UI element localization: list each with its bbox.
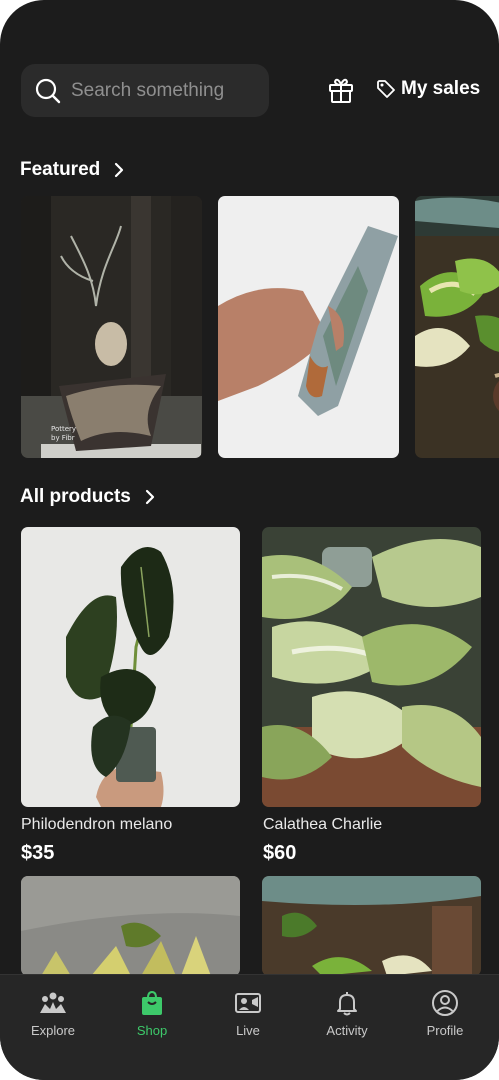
profile-icon <box>432 990 458 1016</box>
product-card-philodendron[interactable] <box>21 527 240 807</box>
tab-live[interactable]: Live <box>203 989 293 1038</box>
product-price: $35 <box>21 842 55 864</box>
product-price: $60 <box>263 842 297 864</box>
bottom-tab-bar: Explore Shop Live Activity Profile <box>0 974 499 1080</box>
tab-label: Live <box>236 1023 260 1038</box>
shopping-bag-icon <box>142 990 162 1015</box>
product-card-calathea[interactable] <box>262 527 481 807</box>
my-sales-label: My sales <box>401 78 481 99</box>
featured-title: Featured <box>20 159 101 180</box>
tab-profile[interactable]: Profile <box>400 989 490 1038</box>
tab-label: Explore <box>30 1023 76 1038</box>
variegated-plant-shelf-photo <box>262 876 481 976</box>
gift-icon[interactable] <box>327 76 355 104</box>
chevron-right-icon <box>115 162 124 178</box>
crystal-in-hand-photo <box>218 196 399 458</box>
calathea-charlie-photo <box>262 527 481 807</box>
tab-shop[interactable]: Shop <box>107 989 197 1038</box>
yellow-variegated-plant-photo <box>21 876 240 976</box>
caudiciform-plant-photo: Pottery by Fibr <box>21 196 202 458</box>
search-placeholder: Search something <box>71 79 225 101</box>
all-products-section-link[interactable]: All products <box>20 486 157 508</box>
tab-explore[interactable]: Explore <box>8 989 98 1038</box>
product-card-variegated-shelf[interactable] <box>262 876 481 976</box>
featured-section-link[interactable]: Featured <box>20 159 126 181</box>
tag-icon <box>377 80 395 98</box>
my-sales-button[interactable]: My sales <box>376 78 480 100</box>
app-screen: Search something My sales Featured Potte… <box>0 0 499 1080</box>
product-name: Philodendron melano <box>21 816 173 833</box>
live-video-icon <box>235 993 261 1013</box>
search-bar[interactable]: Search something <box>21 64 269 117</box>
featured-card-pothos[interactable] <box>415 196 499 458</box>
philodendron-melano-photo <box>21 527 240 807</box>
tab-activity[interactable]: Activity <box>302 989 392 1038</box>
chevron-right-icon <box>145 489 154 505</box>
tab-label: Profile <box>426 1023 464 1038</box>
explore-icon <box>40 992 66 1013</box>
featured-card-crystal[interactable] <box>218 196 399 458</box>
tab-label: Shop <box>136 1023 168 1038</box>
product-card-yellow-variegated[interactable] <box>21 876 240 976</box>
variegated-pothos-photo <box>415 196 499 458</box>
tab-label: Activity <box>326 1023 368 1038</box>
featured-card-caudiciform[interactable]: Pottery by Fibr <box>21 196 202 458</box>
pottery-watermark: Pottery <box>51 425 76 433</box>
search-icon <box>35 78 61 103</box>
product-name: Calathea Charlie <box>263 816 383 833</box>
all-products-title: All products <box>20 486 131 507</box>
bell-icon <box>337 992 357 1016</box>
svg-text:by Fibr: by Fibr <box>51 434 75 442</box>
